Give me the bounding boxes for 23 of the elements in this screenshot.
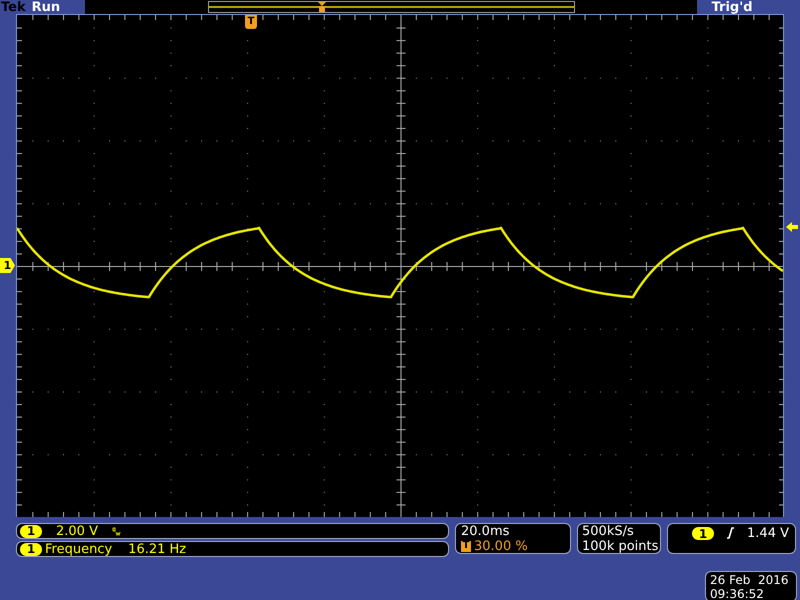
channel-badge: 1 bbox=[692, 527, 714, 540]
measurement-name: Frequency bbox=[45, 542, 112, 556]
date-label: 26 Feb 2016 bbox=[710, 574, 790, 586]
trigger-position: 30.00 % bbox=[474, 540, 528, 552]
rising-edge-icon bbox=[726, 527, 736, 539]
channel-badge: 1 bbox=[20, 542, 42, 556]
channel-marker: 1 bbox=[0, 258, 15, 273]
channel-badge: 1 bbox=[20, 524, 42, 538]
brand-label: Tek bbox=[1, 0, 26, 14]
run-status: Run bbox=[32, 0, 62, 14]
measurement-value: 16.21 Hz bbox=[128, 542, 186, 556]
vertical-scale: 2.00 V bbox=[56, 524, 98, 538]
time-label: 09:36:52 bbox=[710, 588, 765, 600]
sample-rate: 500kS/s bbox=[582, 524, 635, 538]
bandwidth-limit-icon bbox=[112, 526, 121, 536]
trigger-marker: T bbox=[245, 15, 257, 29]
trigger-position-icon bbox=[318, 2, 326, 12]
horizontal-scale: 20.0ms bbox=[461, 524, 510, 538]
record-length: 100k points bbox=[582, 540, 656, 552]
trigger-status: Trig'd bbox=[712, 0, 753, 14]
trigger-position-badge: T bbox=[461, 540, 471, 552]
trigger-level-icon bbox=[786, 222, 798, 232]
trigger-level: 1.44 V bbox=[747, 527, 789, 540]
